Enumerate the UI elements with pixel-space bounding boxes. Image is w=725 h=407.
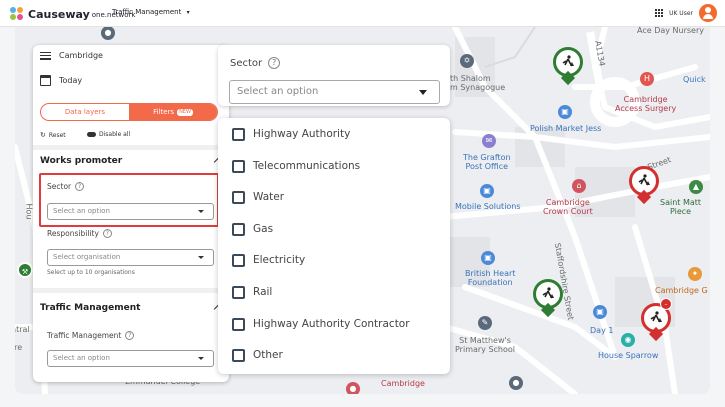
sector-option[interactable]: Gas [232,222,273,236]
works-promoter-heading: Works promoter [40,156,123,166]
help-icon[interactable]: ? [268,57,281,69]
traffic-management-placeholder: Select an option [53,354,110,362]
menu-icon[interactable] [40,51,51,60]
checkbox[interactable] [232,317,245,331]
tab-filters[interactable]: Filters NEW [129,104,217,120]
traffic-management-label: Traffic Management [47,331,122,340]
disable-all-label: Disable all [99,131,131,138]
option-label: Other [253,349,283,361]
tab-data-layers[interactable]: Data layers [41,104,129,120]
reset-label: Reset [48,131,66,139]
dropdown-arrow-icon [419,90,427,95]
checkbox[interactable] [232,253,245,267]
panel-tabs: Data layers Filters NEW [40,103,218,121]
option-label: Telecommunications [253,160,361,172]
popup-sector-placeholder: Select an option [237,86,319,97]
traffic-management-field-label: Traffic Management ? [47,331,135,340]
date-row[interactable]: Today ▾ [40,75,222,86]
option-label: Rail [253,286,273,298]
option-label: Electricity [253,254,306,266]
sector-options-list: Highway Authority Telecommunications Wat… [218,118,450,374]
option-label: Water [253,191,285,203]
traffic-management-select[interactable]: Select an option [47,350,214,367]
popup-sector-label: Sector [230,57,263,69]
location-row[interactable]: Cambridge [40,51,103,60]
option-label: Highway Authority [253,128,351,140]
option-label: Gas [253,223,274,235]
popup-sector-select[interactable]: Select an option [229,80,440,104]
sector-option[interactable]: Highway Authority Contractor [232,317,410,331]
help-icon[interactable]: ? [125,331,135,340]
sector-highlight-box [39,173,219,227]
sector-option[interactable]: Highway Authority [232,127,350,141]
toggle-icon [87,132,96,137]
new-badge: NEW [177,108,193,116]
checkbox[interactable] [232,285,245,299]
disable-all-toggle[interactable]: Disable all [87,131,130,138]
sector-option[interactable]: Other [232,348,283,362]
reset-button[interactable]: ↻ Reset [40,131,66,139]
organisation-placeholder: Select organisation [53,253,121,261]
sector-option[interactable]: Water [232,190,284,204]
dropdown-arrow-icon [198,357,204,360]
sector-option[interactable]: Rail [232,285,272,299]
app-frame: Causeway one.network Traffic Management … [0,0,725,407]
responsibility-label: Responsibility [47,229,99,238]
sector-option[interactable]: Electricity [232,253,305,267]
date-label: Today [59,76,83,85]
option-label: Highway Authority Contractor [253,318,410,330]
calendar-icon [40,75,51,86]
organisation-select[interactable]: Select organisation [47,249,214,266]
sector-zoom-popup: Sector ? Select an option [218,45,450,106]
location-label: Cambridge [59,51,103,60]
responsibility-field-label: Responsibility ? [47,229,112,238]
tab-filters-label: Filters [153,108,175,116]
checkbox[interactable] [232,127,245,141]
sector-option[interactable]: Telecommunications [232,159,360,173]
checkbox[interactable] [232,190,245,204]
checkbox[interactable] [232,159,245,173]
help-icon[interactable]: ? [102,229,112,238]
popup-sector-field-label: Sector ? [230,57,281,69]
divider [33,145,229,150]
checkbox[interactable] [232,348,245,362]
checkbox[interactable] [232,222,245,236]
traffic-management-heading: Traffic Management [40,303,141,313]
divider [33,288,229,293]
reset-icon: ↻ [40,131,46,139]
organisation-hint: Select up to 10 organisations [47,269,135,276]
dropdown-arrow-icon [198,256,204,259]
